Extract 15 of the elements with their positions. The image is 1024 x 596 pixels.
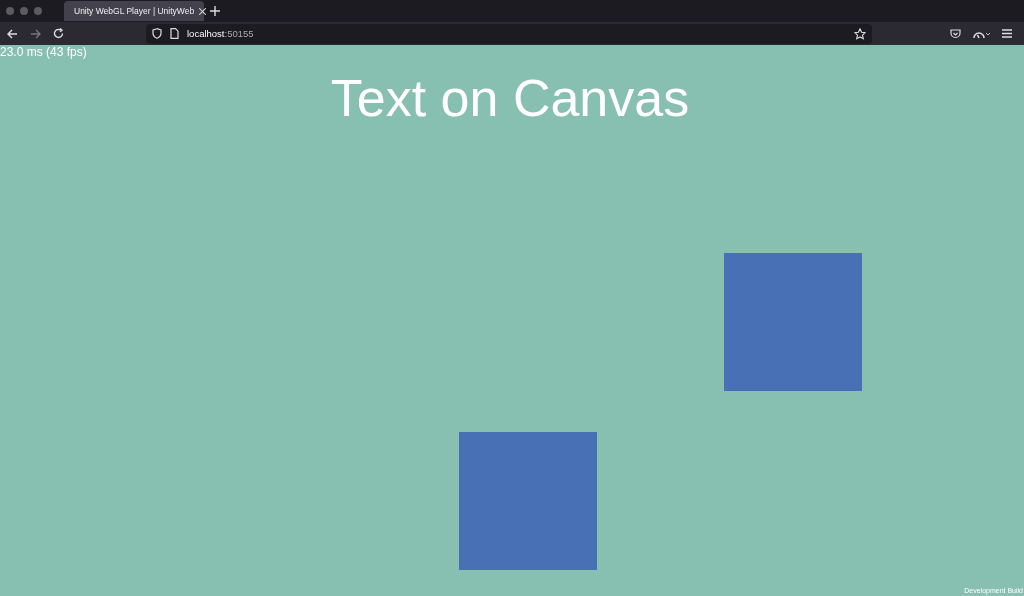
browser-tab[interactable]: Unity WebGL Player | UnityWeb: [64, 1, 204, 21]
star-icon[interactable]: [854, 27, 866, 40]
back-icon[interactable]: [7, 28, 18, 39]
pocket-icon[interactable]: [950, 28, 961, 39]
menu-icon[interactable]: [1002, 29, 1012, 38]
close-icon[interactable]: [199, 7, 207, 15]
new-tab-button[interactable]: [210, 6, 220, 16]
canvas-title: Text on Canvas: [330, 69, 690, 127]
shield-icon[interactable]: [152, 28, 162, 39]
page-icon: [170, 28, 179, 39]
fps-counter: 23.0 ms (43 fps): [0, 45, 87, 59]
forward-icon[interactable]: [30, 28, 41, 39]
reload-icon[interactable]: [53, 28, 64, 39]
address-bar[interactable]: localhost:50155: [146, 23, 872, 44]
url-text: localhost:50155: [187, 28, 254, 39]
